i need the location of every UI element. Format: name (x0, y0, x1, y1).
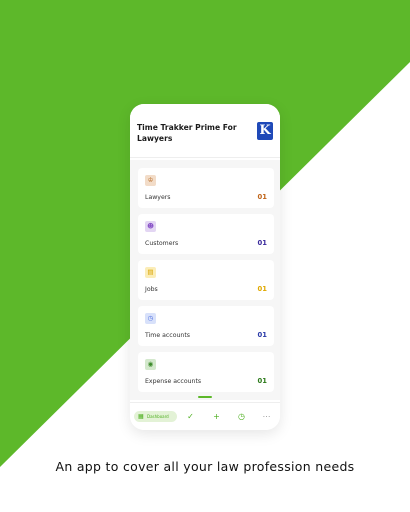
scroll-indicator (198, 396, 212, 398)
card-jobs[interactable]: ▤ Jobs 01 (138, 260, 274, 300)
dashboard-icon: ▦ (138, 413, 144, 420)
card-count: 01 (257, 193, 267, 201)
card-customers[interactable]: ☻ Customers 01 (138, 214, 274, 254)
app-header: Time Trakker Prime For Lawyers K (130, 104, 280, 158)
lawyer-icon: ♔ (145, 175, 156, 186)
plus-icon[interactable]: + (210, 410, 223, 423)
card-count: 01 (257, 377, 267, 385)
expense-icon: ◉ (145, 359, 156, 370)
card-label: Expense accounts (145, 378, 202, 385)
customer-icon: ☻ (145, 221, 156, 232)
card-expense-accounts[interactable]: ◉ Expense accounts 01 (138, 352, 274, 392)
more-icon[interactable]: ⋯ (260, 410, 273, 423)
app-logo: K (257, 122, 273, 140)
card-count: 01 (257, 239, 267, 247)
dashboard-cards: ♔ Lawyers 01 ☻ Customers 01 ▤ Jobs 01 ◷ … (130, 160, 280, 400)
check-icon[interactable]: ✓ (184, 410, 197, 423)
tagline: An app to cover all your law profession … (55, 459, 355, 474)
card-label: Time accounts (145, 332, 190, 339)
time-icon: ◷ (145, 313, 156, 324)
card-label: Lawyers (145, 194, 171, 201)
nav-dashboard[interactable]: ▦ Dashboard (134, 411, 177, 422)
card-label: Jobs (145, 286, 158, 293)
bottom-nav: ▦ Dashboard ✓ + ◷ ⋯ (130, 402, 280, 430)
card-count: 01 (257, 331, 267, 339)
card-count: 01 (257, 285, 267, 293)
jobs-icon: ▤ (145, 267, 156, 278)
card-time-accounts[interactable]: ◷ Time accounts 01 (138, 306, 274, 346)
app-title: Time Trakker Prime For Lawyers (137, 123, 237, 143)
clock-icon[interactable]: ◷ (235, 410, 248, 423)
nav-dashboard-label: Dashboard (147, 414, 169, 419)
card-lawyers[interactable]: ♔ Lawyers 01 (138, 168, 274, 208)
card-label: Customers (145, 240, 179, 247)
phone-mockup: Time Trakker Prime For Lawyers K ♔ Lawye… (130, 104, 280, 430)
